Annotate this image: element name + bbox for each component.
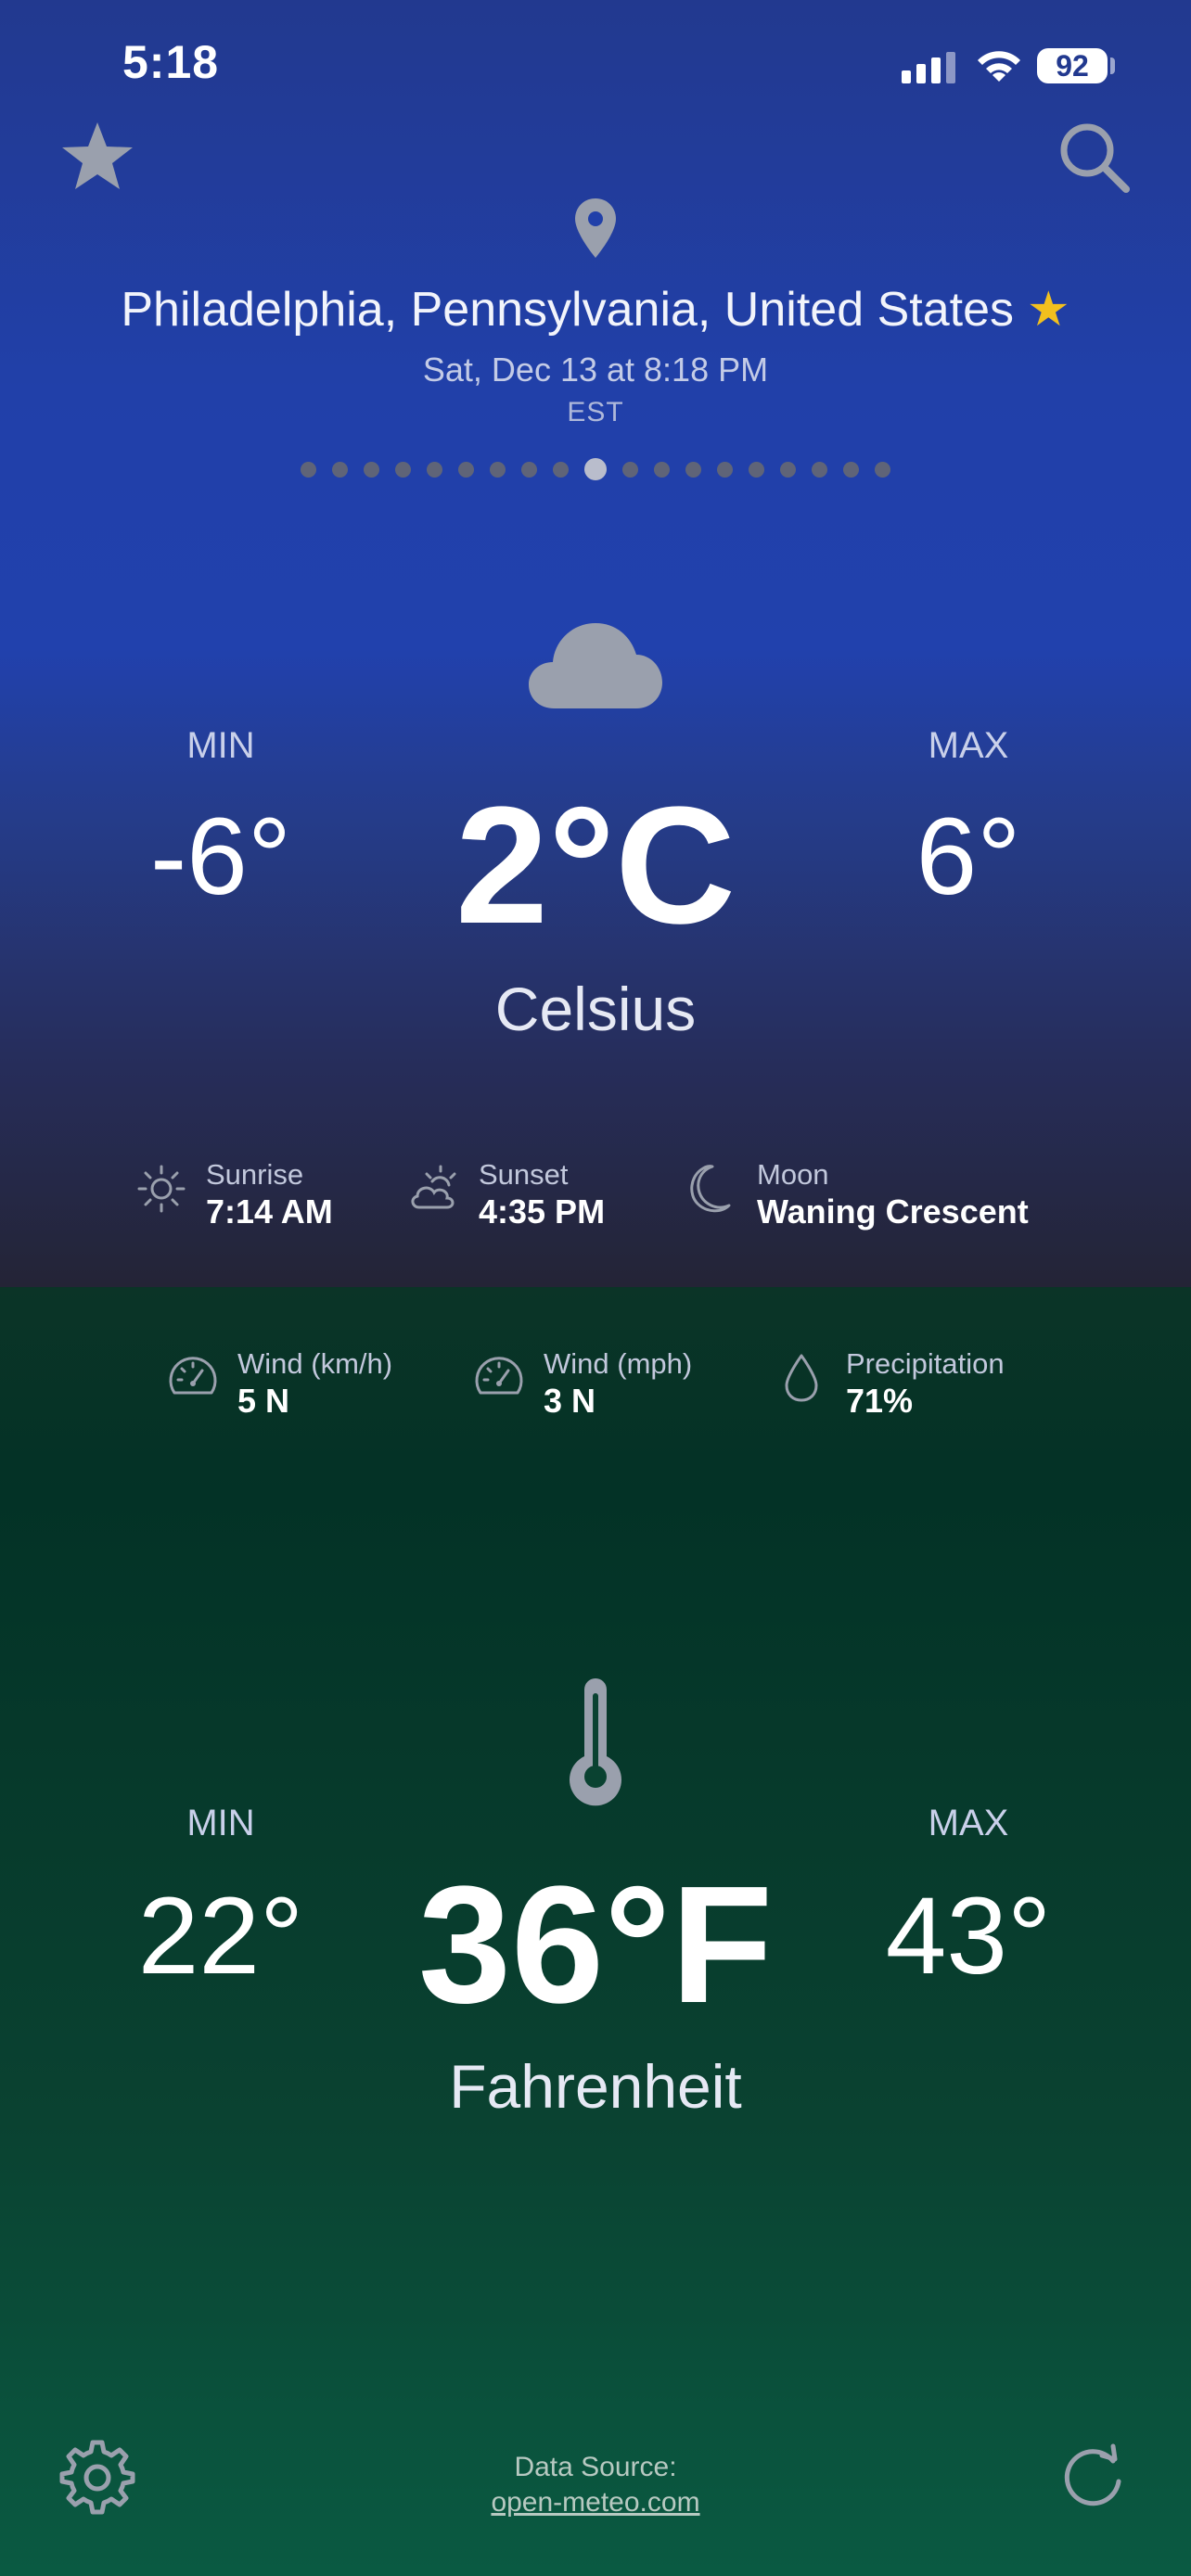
celsius-min-label: MIN [186, 725, 255, 766]
refresh-icon[interactable] [1052, 2435, 1135, 2519]
page-dot[interactable] [332, 461, 348, 478]
page-dot[interactable] [553, 461, 569, 478]
droplet-icon [785, 1354, 818, 1402]
location-title[interactable]: Philadelphia, Pennsylvania, United State… [0, 282, 1191, 338]
page-dot[interactable] [458, 461, 474, 478]
cellular-signal-icon [902, 52, 955, 83]
search-icon[interactable] [1052, 115, 1135, 198]
sunset-stat: Sunset 4:35 PM [406, 1157, 605, 1231]
battery-indicator: 92 [1037, 48, 1108, 83]
page-dot[interactable] [749, 461, 764, 478]
page-dot-active[interactable] [584, 458, 607, 480]
favorite-star-icon[interactable]: ★ [1027, 283, 1070, 337]
sunset-label: Sunset [479, 1158, 569, 1191]
wifi-icon [978, 51, 1020, 82]
partly-cloudy-icon [411, 1165, 456, 1209]
precipitation-stat: Precipitation 71% [774, 1346, 1005, 1421]
weather-screen: 5:18 92 Philadelphia, Pennsylvania, Unit… [0, 0, 1191, 2576]
page-dot[interactable] [395, 461, 411, 478]
location-name: Philadelphia, Pennsylvania, United State… [121, 283, 1014, 337]
moon-icon [690, 1165, 731, 1213]
page-dot[interactable] [875, 461, 890, 478]
cloud-icon [529, 623, 662, 708]
sunrise-label: Sunrise [206, 1158, 304, 1191]
wind-mph-stat: Wind (mph) 3 N [471, 1346, 692, 1421]
celsius-max-label: MAX [928, 725, 1009, 766]
wind-kmh-value: 5 N [237, 1382, 290, 1420]
page-dot[interactable] [685, 461, 701, 478]
sun-icon [137, 1165, 186, 1213]
wind-mph-value: 3 N [544, 1382, 596, 1420]
moon-label: Moon [757, 1158, 829, 1191]
moon-value: Waning Crescent [757, 1192, 1029, 1231]
battery-tip [1110, 57, 1115, 74]
fahrenheit-unit-name: Fahrenheit [449, 2052, 742, 2121]
page-dot[interactable] [364, 461, 379, 478]
timezone: EST [567, 397, 624, 427]
page-indicator[interactable] [0, 458, 1191, 480]
moon-stat: Moon Waning Crescent [685, 1157, 1029, 1231]
page-dot[interactable] [622, 461, 638, 478]
fahrenheit-current-temp: 36°F [417, 1852, 774, 2038]
sunrise-stat: Sunrise 7:14 AM [134, 1157, 333, 1231]
fahrenheit-max-label: MAX [928, 1803, 1009, 1843]
status-time: 5:18 [122, 36, 220, 88]
thermometer-icon [570, 1678, 621, 1806]
location-pin-icon [575, 198, 616, 258]
fahrenheit-min-label: MIN [186, 1803, 255, 1843]
wind-kmh-label: Wind (km/h) [237, 1347, 393, 1380]
wind-mph-label: Wind (mph) [544, 1347, 693, 1380]
favorites-star-icon[interactable] [56, 115, 139, 198]
page-dot[interactable] [717, 461, 733, 478]
sunset-value: 4:35 PM [479, 1192, 606, 1231]
speedometer-icon [169, 1357, 217, 1395]
precipitation-value: 71% [846, 1382, 914, 1420]
celsius-unit-name: Celsius [494, 975, 697, 1043]
sunrise-value: 7:14 AM [206, 1192, 333, 1231]
page-dot[interactable] [654, 461, 670, 478]
data-source-link[interactable]: open-meteo.com [0, 2487, 1191, 2519]
page-dot[interactable] [301, 461, 316, 478]
data-source-label: Data Source: [514, 2452, 677, 2482]
page-dot[interactable] [490, 461, 506, 478]
speedometer-icon [475, 1357, 523, 1395]
wind-kmh-stat: Wind (km/h) 5 N [165, 1346, 392, 1421]
precipitation-label: Precipitation [846, 1347, 1005, 1380]
page-dot[interactable] [812, 461, 827, 478]
page-dot[interactable] [427, 461, 442, 478]
page-dot[interactable] [521, 461, 537, 478]
page-dot[interactable] [843, 461, 859, 478]
celsius-current-temp: 2°C [455, 772, 736, 959]
date-time: Sat, Dec 13 at 8:18 PM [422, 351, 769, 389]
page-dot[interactable] [780, 461, 796, 478]
